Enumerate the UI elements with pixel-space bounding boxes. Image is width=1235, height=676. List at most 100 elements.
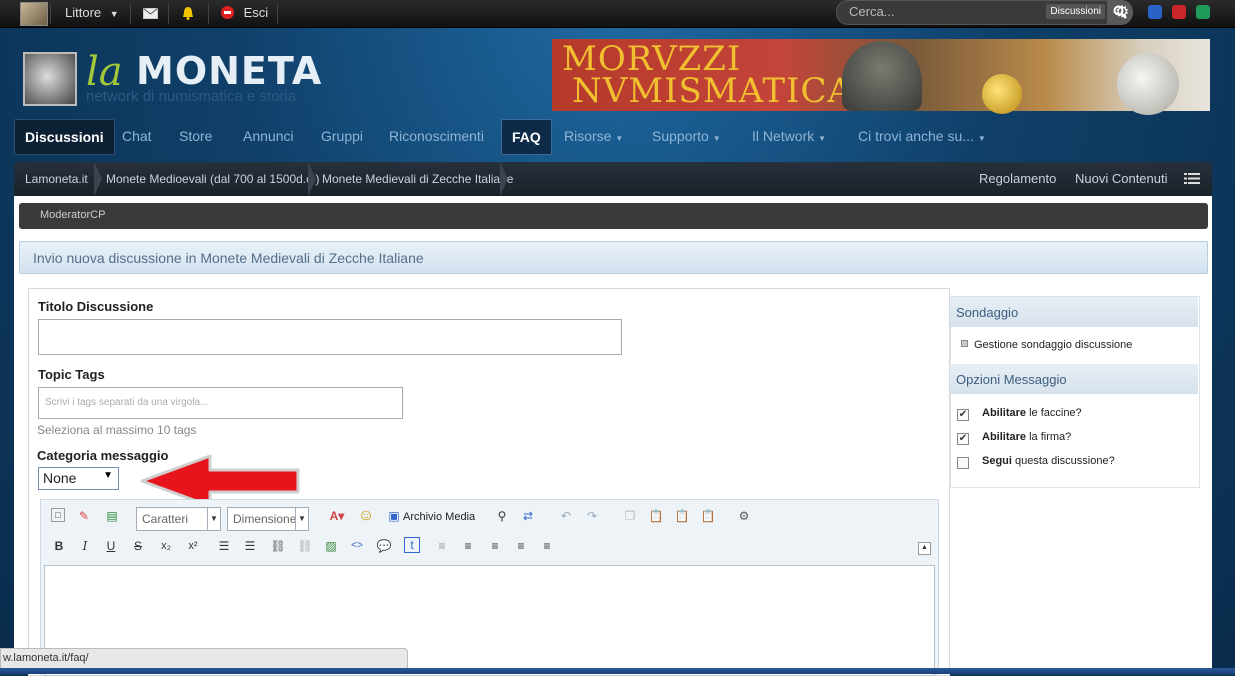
nav-store[interactable]: Store — [169, 119, 222, 153]
top-bar: Littore ▼ Esci Cerca... Discussioni ⚙ — [0, 0, 1235, 28]
align-center-icon[interactable]: ≡ — [512, 537, 530, 555]
nav-risorse[interactable]: Risorse ▼ — [554, 119, 633, 153]
search-scope-button[interactable]: Discussioni — [1046, 4, 1105, 19]
logout-label: Esci — [243, 5, 269, 20]
outdent-icon[interactable]: ≡ — [433, 537, 451, 555]
italic-icon[interactable]: I — [76, 537, 94, 555]
nav-riconoscimenti[interactable]: Riconoscimenti — [379, 119, 494, 153]
gear-icon[interactable]: ⚙ — [1115, 0, 1129, 27]
unlink-icon[interactable]: ⛓ — [296, 537, 314, 555]
collapse-toolbar-icon[interactable]: ▲ — [918, 542, 931, 555]
font-dropdown[interactable]: Caratteri ▼ — [136, 507, 221, 531]
tags-hint: Seleziona al massimo 10 tags — [37, 423, 197, 437]
nav-ci-trovi[interactable]: Ci trovi anche su... ▼ — [848, 119, 996, 153]
tags-input[interactable]: Scrivi i tags separati da una virgola... — [38, 387, 403, 419]
indent-icon[interactable]: ≡ — [459, 537, 477, 555]
binoculars-icon[interactable]: ⚲ — [493, 507, 511, 525]
nav-chat[interactable]: Chat — [112, 119, 162, 153]
nav-faq[interactable]: FAQ — [501, 119, 552, 155]
breadcrumb-separator — [94, 162, 104, 196]
nuovi-contenuti-link[interactable]: Nuovi Contenuti — [1075, 162, 1168, 196]
code-icon[interactable]: <> — [348, 537, 366, 555]
superscript-icon[interactable]: x² — [184, 537, 202, 555]
source-icon[interactable]: □ — [51, 508, 65, 522]
enable-signature-checkbox[interactable]: ✔ — [957, 433, 969, 445]
logout-button[interactable]: Esci — [221, 0, 268, 27]
align-right-icon[interactable]: ≡ — [538, 537, 556, 555]
theme-blue-button[interactable] — [1148, 5, 1162, 19]
text-color-icon[interactable]: A▾ — [323, 507, 351, 525]
caret-down-icon: ▼ — [109, 9, 119, 19]
title-input[interactable] — [38, 319, 622, 355]
nav-discussioni[interactable]: Discussioni — [14, 119, 115, 155]
ad-banner[interactable]: MORVZZI NVMISMATICA — [552, 39, 1210, 115]
underline-icon[interactable]: U — [102, 537, 120, 555]
paste-word-icon[interactable]: 📋 — [699, 507, 717, 525]
undo-icon[interactable]: ↶ — [557, 507, 575, 525]
options-header-label: Opzioni Messaggio — [956, 372, 1067, 387]
subscript-icon[interactable]: x₂ — [157, 537, 175, 555]
user-menu[interactable]: Littore ▼ — [65, 0, 119, 27]
follow-topic-checkbox[interactable] — [957, 457, 969, 469]
bullet-list-icon[interactable]: ☰ — [215, 537, 233, 555]
moderator-cp-bar[interactable]: ModeratorCP — [19, 203, 1208, 229]
paste-icon[interactable]: 📋 — [647, 507, 665, 525]
font-dropdown-label: Caratteri — [142, 512, 189, 526]
nav-risorse-label: Risorse — [564, 128, 612, 144]
nav-network-label: Il Network — [752, 128, 815, 144]
caret-down-icon: ▼ — [103, 470, 113, 481]
redo-icon[interactable]: ↷ — [583, 507, 601, 525]
category-select[interactable]: None ▼ — [38, 467, 119, 490]
enable-smilies-checkbox[interactable]: ✔ — [957, 409, 969, 421]
replace-icon[interactable]: ⇄ — [519, 507, 537, 525]
link-icon[interactable]: ⛓ — [269, 537, 287, 555]
option-bold: Segui — [982, 455, 1012, 467]
logout-icon — [221, 6, 234, 19]
theme-green-button[interactable] — [1196, 5, 1210, 19]
main-nav: Discussioni Chat Store Annunci Gruppi Ri… — [14, 119, 1212, 155]
strikethrough-icon[interactable]: S — [129, 537, 147, 555]
caret-down-icon: ▼ — [615, 134, 624, 143]
tags-label: Topic Tags — [38, 367, 105, 382]
settings-icon[interactable]: ⚙ — [735, 507, 753, 525]
nav-supporto[interactable]: Supporto ▼ — [642, 119, 731, 153]
breadcrumb-separator — [500, 162, 510, 196]
nav-gruppi[interactable]: Gruppi — [311, 119, 373, 153]
breadcrumb-forum[interactable]: Monete Medioevali (dal 700 al 1500d.c.) — [106, 162, 319, 196]
align-left-icon[interactable]: ≡ — [486, 537, 504, 555]
media-icon[interactable]: ▣ — [385, 507, 403, 525]
logo-moneta[interactable]: MONETA — [136, 49, 322, 93]
paste-text-icon[interactable]: 📋 — [673, 507, 691, 525]
breadcrumb-subforum[interactable]: Monete Medievali di Zecche Italiane — [322, 162, 513, 196]
regolamento-link[interactable]: Regolamento — [979, 162, 1056, 196]
theme-red-button[interactable] — [1172, 5, 1186, 19]
search-input[interactable]: Cerca... Discussioni — [836, 0, 1108, 25]
numbered-list-icon[interactable]: ☰ — [241, 537, 259, 555]
twitter-icon[interactable]: t — [404, 537, 420, 553]
size-dropdown[interactable]: Dimensione ▼ — [227, 507, 309, 531]
poll-manage-link[interactable]: Gestione sondaggio discussione — [961, 339, 1132, 351]
list-menu-icon[interactable] — [1184, 162, 1200, 196]
divider — [277, 3, 278, 24]
quote-icon[interactable]: 💬 — [375, 537, 393, 555]
poll-header: Sondaggio — [950, 297, 1198, 327]
nav-network[interactable]: Il Network ▼ — [742, 119, 836, 153]
eraser-icon[interactable]: ✎ — [75, 507, 93, 525]
bullet-icon — [961, 340, 968, 347]
image-icon[interactable]: ▨ — [322, 537, 340, 555]
option-bold: Abilitare — [982, 407, 1027, 419]
user-avatar[interactable] — [20, 2, 48, 26]
bold-icon[interactable]: B — [50, 537, 68, 555]
template-icon[interactable]: ▤ — [103, 507, 121, 525]
breadcrumb-separator — [308, 162, 318, 196]
option-rest: la firma? — [1029, 431, 1072, 443]
nav-annunci[interactable]: Annunci — [233, 119, 304, 153]
bell-icon[interactable] — [182, 0, 194, 27]
mail-icon[interactable] — [143, 0, 158, 27]
smiley-icon[interactable]: ☺ — [357, 507, 375, 525]
logo-coin-image[interactable] — [23, 52, 77, 106]
copy-icon[interactable]: ❐ — [621, 507, 639, 525]
poll-header-label: Sondaggio — [956, 305, 1019, 320]
media-archive-button[interactable]: Archivio Media — [403, 511, 475, 523]
breadcrumb-home[interactable]: Lamoneta.it — [25, 162, 88, 196]
